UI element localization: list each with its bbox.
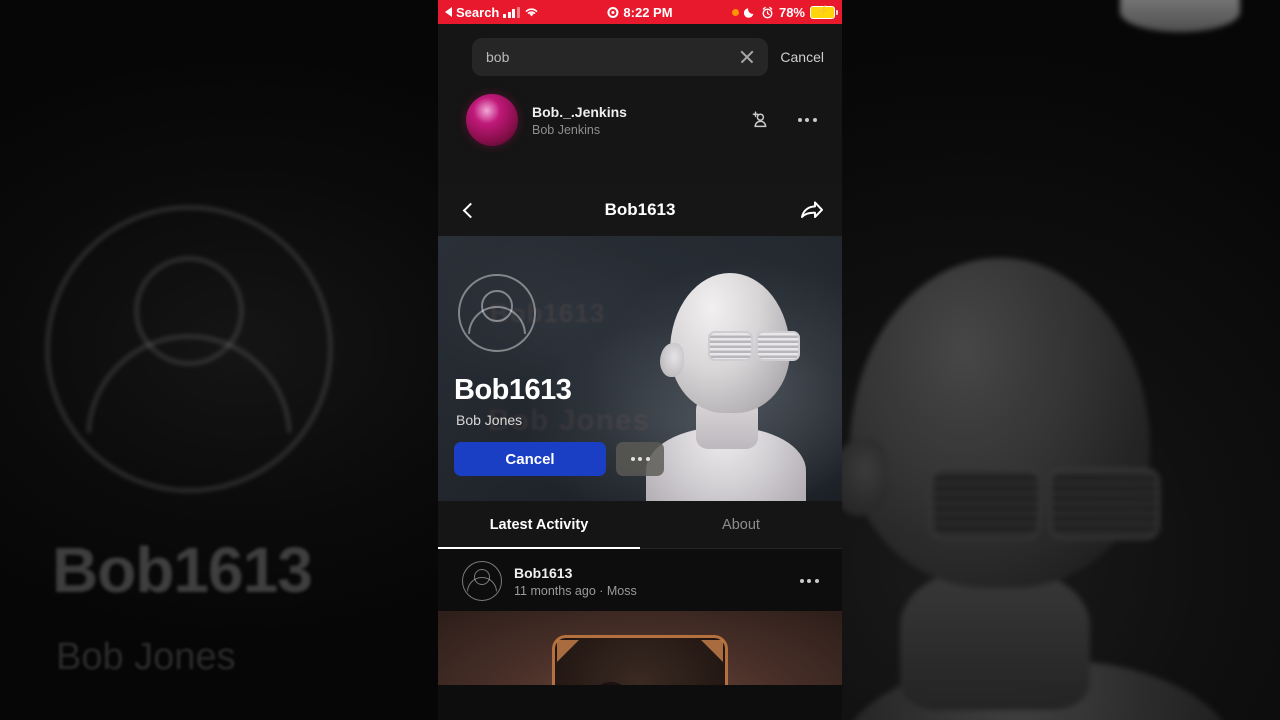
status-bar: Search 8:22 PM 78% ⚡ — [438, 0, 842, 24]
triangle-left-icon — [445, 7, 452, 17]
tab-about[interactable]: About — [640, 501, 842, 548]
search-results-list: Bob._.Jenkins Bob Jenkins — [438, 88, 842, 184]
screen-recording-icon — [607, 6, 619, 18]
search-cancel-button[interactable]: Cancel — [780, 49, 824, 65]
post-frame — [552, 635, 728, 685]
orange-dot-icon — [731, 8, 739, 16]
backdrop-top-shape — [1120, 0, 1240, 32]
search-results-overflow — [438, 152, 842, 174]
profile-display-name: Bob Jones — [456, 412, 523, 428]
search-bar: bob Cancel — [438, 24, 842, 88]
activity-post-text: Bob1613 11 months ago · Moss — [514, 565, 780, 598]
profile-hero: Bob1613 Bob Jones Bob1613 Bob Jones Canc… — [438, 236, 842, 501]
activity-post-meta: 11 months ago · Moss — [514, 583, 637, 598]
backdrop-username: Bob1613 — [52, 534, 313, 606]
status-bar-right: 78% ⚡ — [731, 4, 838, 20]
wifi-icon — [525, 8, 538, 17]
profile-tabs: Latest Activity About — [438, 501, 842, 549]
cancel-button[interactable]: Cancel — [454, 442, 606, 476]
search-input-value: bob — [486, 49, 510, 65]
activity-post-author: Bob1613 — [514, 564, 573, 581]
status-bar-center: 8:22 PM — [607, 4, 673, 20]
backdrop-left: Bob1613 Bob Jones — [0, 0, 440, 720]
screen-root: Bob1613 Bob Jones Search 8:22 PM 78% ⚡ b… — [0, 0, 1280, 720]
chevron-left-icon[interactable] — [456, 197, 482, 223]
more-horizontal-icon[interactable] — [792, 564, 826, 598]
profile-username: Bob1613 — [454, 374, 572, 406]
backdrop-3d-head-icon — [840, 240, 1280, 720]
battery-percent-label: 78% — [778, 4, 805, 20]
alarm-clock-icon — [762, 6, 773, 18]
carrier-back-label: Search — [456, 4, 500, 20]
phone-screen: Search 8:22 PM 78% ⚡ bob Cancel Bob._.Je… — [438, 0, 842, 720]
activity-post-image[interactable] — [438, 611, 842, 685]
default-person-avatar-icon[interactable] — [458, 274, 536, 352]
tab-latest-activity[interactable]: Latest Activity — [438, 501, 640, 549]
page-title: Bob1613 — [604, 200, 676, 219]
cellular-bars-icon — [503, 6, 520, 18]
activity-feed: Bob1613 11 months ago · Moss — [438, 549, 842, 685]
profile-more-button[interactable] — [616, 442, 664, 476]
moon-icon — [743, 8, 754, 18]
nav-bar: Bob1613 — [438, 184, 842, 236]
status-bar-left[interactable]: Search — [445, 5, 539, 20]
default-person-avatar-icon[interactable] — [462, 561, 502, 601]
search-result-username: Bob._.Jenkins — [532, 103, 627, 120]
share-arrow-icon[interactable] — [798, 196, 826, 224]
more-horizontal-icon[interactable] — [790, 103, 824, 137]
add-person-icon[interactable] — [742, 103, 776, 137]
search-result-display-name: Bob Jenkins — [532, 122, 601, 137]
activity-post-header: Bob1613 11 months ago · Moss — [438, 549, 842, 611]
backdrop-right — [840, 0, 1280, 720]
backdrop-avatar-icon — [45, 205, 333, 493]
profile-actions: Cancel — [454, 442, 664, 476]
status-bar-time: 8:22 PM — [623, 4, 673, 20]
search-result-text: Bob._.Jenkins Bob Jenkins — [532, 104, 728, 137]
search-input[interactable]: bob — [472, 38, 769, 76]
search-result-row[interactable]: Bob._.Jenkins Bob Jenkins — [438, 88, 842, 152]
more-horizontal-icon — [630, 457, 650, 461]
pink-sphere-avatar — [466, 94, 518, 146]
charging-battery-icon: ⚡ — [810, 5, 838, 19]
backdrop-display-name: Bob Jones — [56, 636, 236, 678]
close-x-icon[interactable] — [738, 48, 756, 66]
